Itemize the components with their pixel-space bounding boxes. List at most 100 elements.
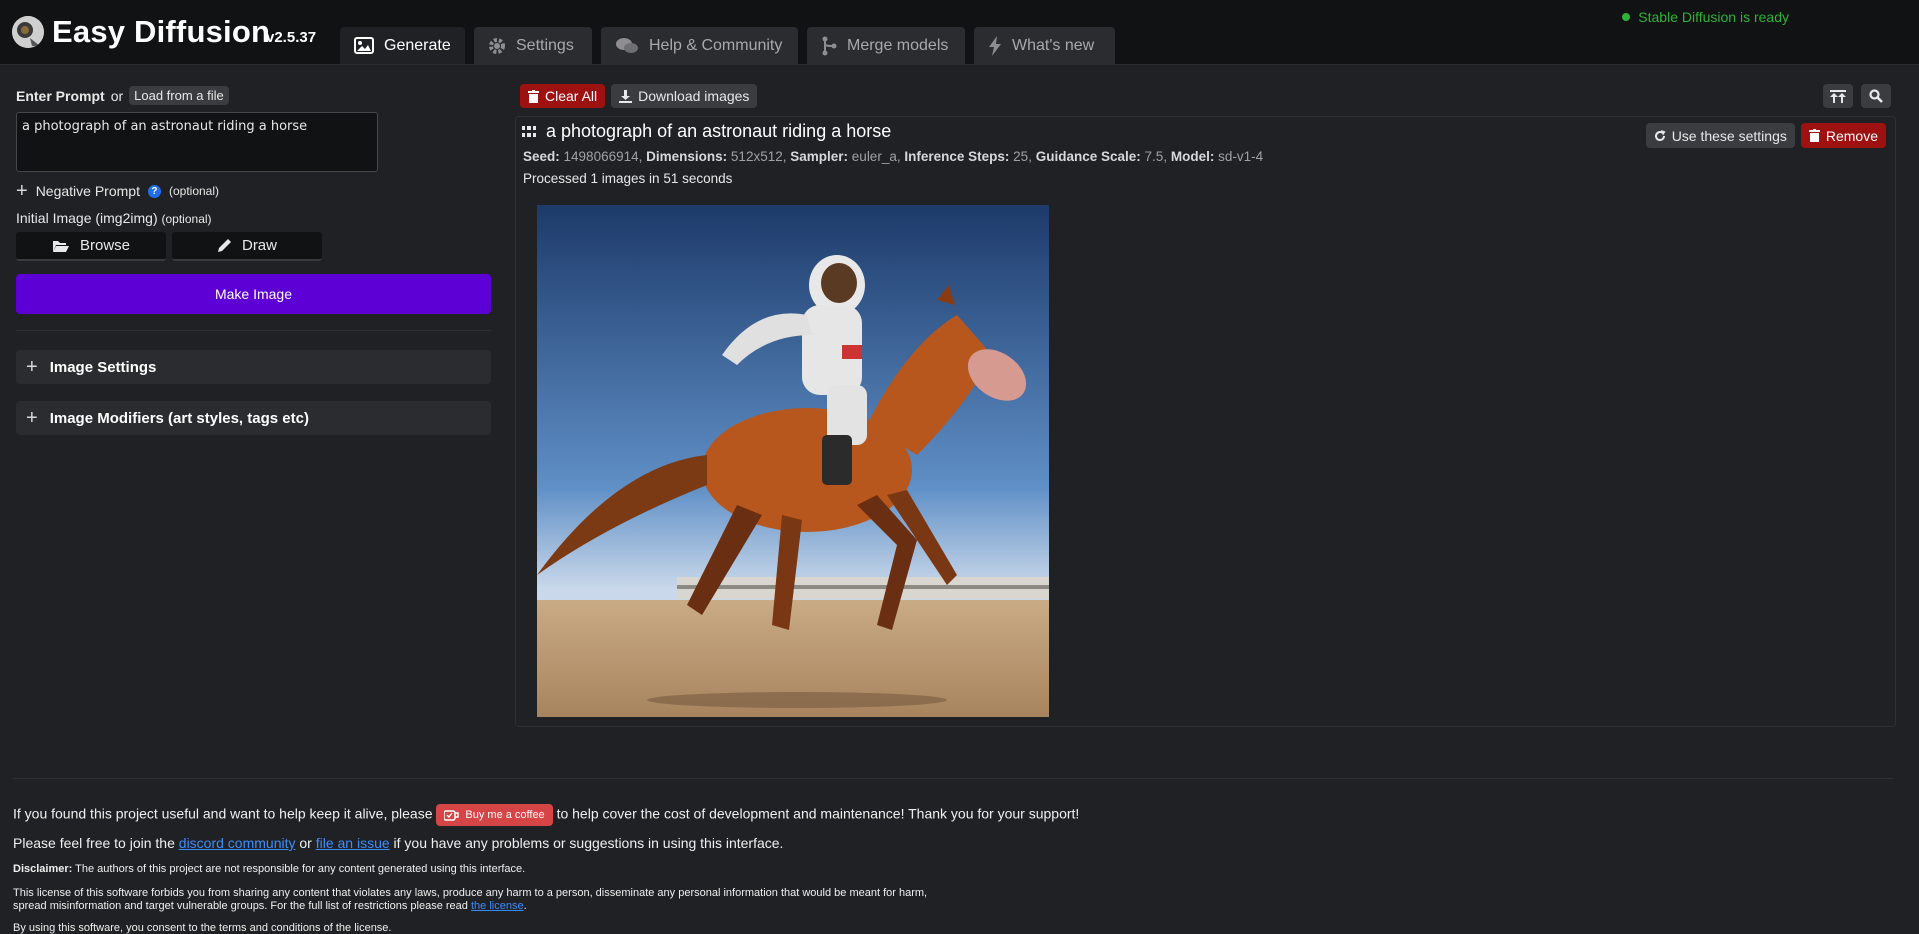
tab-help-community[interactable]: Help & Community <box>601 27 798 64</box>
grid-icon[interactable] <box>522 126 536 137</box>
seed-value: 1498066914 <box>563 149 639 164</box>
footer-divider <box>13 778 1893 779</box>
model-value: sd-v1-4 <box>1218 149 1264 164</box>
footer-disclaimer: Disclaimer: The authors of this project … <box>13 863 525 875</box>
license-period: . <box>523 900 527 912</box>
browse-label: Browse <box>79 237 131 254</box>
file-issue-link[interactable]: file an issue <box>316 835 390 851</box>
license-link[interactable]: the license <box>471 900 524 912</box>
model-key: Model: <box>1170 149 1215 164</box>
remove-label: Remove <box>1825 127 1878 144</box>
remove-button[interactable]: Remove <box>1800 123 1886 148</box>
download-icon <box>619 89 633 103</box>
guidance-key: Guidance Scale: <box>1035 149 1141 164</box>
steps-key: Inference Steps: <box>904 149 1010 164</box>
download-label: Download images <box>638 88 750 104</box>
prompt-input[interactable]: a photograph of an astronaut riding a ho… <box>16 112 378 172</box>
tab-settings[interactable]: Settings <box>474 27 592 64</box>
support-text-end: to help cover the cost of development an… <box>556 805 1080 822</box>
community-or: or <box>299 835 312 851</box>
dimensions-key: Dimensions: <box>646 149 728 164</box>
plus-icon: + <box>26 356 38 378</box>
guidance-value: 7.5 <box>1144 149 1164 164</box>
prompt-or: or <box>110 87 124 104</box>
clear-all-label: Clear All <box>545 88 598 104</box>
footer-consent: By using this software, you consent to t… <box>13 922 392 934</box>
browse-button[interactable]: Browse <box>16 232 166 261</box>
license-text-2: spread misinformation and target vulnera… <box>13 900 468 912</box>
tab-label: What's new <box>1012 36 1095 54</box>
collapse-all-button[interactable] <box>1823 84 1853 108</box>
tab-merge-models[interactable]: Merge models <box>807 27 965 64</box>
use-settings-label: Use these settings <box>1671 127 1787 144</box>
dimensions-value: 512x512 <box>730 149 783 164</box>
coffee-cup-icon <box>444 809 460 821</box>
negative-prompt-toggle[interactable]: + Negative Prompt ? (optional) <box>16 181 219 201</box>
license-text-2-row: spread misinformation and target vulnera… <box>13 900 927 913</box>
app-version: v2.5.37 <box>266 29 317 46</box>
tab-generate[interactable]: Generate <box>340 27 465 64</box>
preview-toolbar: Clear All Download images <box>520 84 758 108</box>
app-brand: Easy Diffusion <box>52 14 271 49</box>
negative-prompt-label: Negative Prompt <box>35 183 140 199</box>
trash-icon <box>1808 129 1820 142</box>
draw-label: Draw <box>241 237 277 254</box>
app-logo-icon <box>12 16 44 48</box>
load-from-file-button[interactable]: Load from a file <box>129 86 229 105</box>
comments-icon <box>616 37 638 53</box>
steps-value: 25 <box>1013 149 1029 164</box>
plus-icon: + <box>16 180 28 202</box>
tab-label: Settings <box>516 36 574 54</box>
status-text: Stable Diffusion is ready <box>1638 9 1789 25</box>
image-modifiers-accordion[interactable]: + Image Modifiers (art styles, tags etc) <box>16 401 491 435</box>
tab-label: Help & Community <box>649 36 783 54</box>
top-bar: Easy Diffusion v2.5.37 Generate Settings… <box>0 0 1919 65</box>
draw-button[interactable]: Draw <box>172 232 322 261</box>
support-text: If you found this project useful and wan… <box>13 805 433 822</box>
tab-whats-new[interactable]: What's new <box>974 27 1115 64</box>
disclaimer-text: The authors of this project are not resp… <box>75 863 526 875</box>
divider <box>16 330 491 331</box>
disclaimer-label: Disclaimer: <box>13 863 73 875</box>
image-icon <box>354 37 374 54</box>
task-metadata: Seed: 1498066914, Dimensions: 512x512, S… <box>523 149 1264 164</box>
clear-all-button[interactable]: Clear All <box>520 84 606 108</box>
help-icon[interactable]: ? <box>147 184 161 198</box>
footer-license: This license of this software forbids yo… <box>13 887 927 913</box>
buy-me-coffee-button[interactable]: Buy me a coffee <box>436 804 553 826</box>
discord-community-link[interactable]: discord community <box>179 835 296 851</box>
seed-key: Seed: <box>523 149 560 164</box>
accordion-title: Image Settings <box>49 358 157 376</box>
init-image-label: Initial Image (img2img) <box>16 210 158 226</box>
plus-icon: + <box>26 407 38 429</box>
trash-icon <box>528 89 539 103</box>
download-images-button[interactable]: Download images <box>611 84 758 108</box>
task-actions: Use these settings Remove <box>1645 123 1886 148</box>
redo-icon <box>1654 129 1666 141</box>
sampler-value: euler_a <box>851 149 897 164</box>
generated-image[interactable] <box>537 205 1049 717</box>
tab-label: Generate <box>384 36 451 54</box>
magnifier-icon <box>1869 89 1883 103</box>
footer-support-line: If you found this project useful and wan… <box>13 804 1079 826</box>
prompt-label: Enter Prompt <box>16 87 105 104</box>
pencil-icon <box>217 239 231 252</box>
sampler-key: Sampler: <box>790 149 849 164</box>
tab-label: Merge models <box>847 36 949 54</box>
server-status: Stable Diffusion is ready <box>1622 9 1789 25</box>
folder-open-icon <box>52 240 69 252</box>
task-title-row: a photograph of an astronaut riding a ho… <box>522 121 891 142</box>
coffee-label: Buy me a coffee <box>465 809 545 821</box>
use-these-settings-button[interactable]: Use these settings <box>1645 123 1795 148</box>
init-optional: (optional) <box>161 212 212 226</box>
footer-community-line: Please feel free to join the discord com… <box>13 835 783 851</box>
code-merge-icon <box>822 36 837 55</box>
make-image-button[interactable]: Make Image <box>16 274 491 314</box>
arrows-up-to-line-icon <box>1830 89 1846 103</box>
negative-optional: (optional) <box>168 184 219 198</box>
gear-icon <box>489 37 505 54</box>
zoom-button[interactable] <box>1861 84 1891 108</box>
processed-status: Processed 1 images in 51 seconds <box>523 171 733 186</box>
image-settings-accordion[interactable]: + Image Settings <box>16 350 491 384</box>
prompt-label-row: Enter Prompt or Load from a file <box>16 86 492 105</box>
